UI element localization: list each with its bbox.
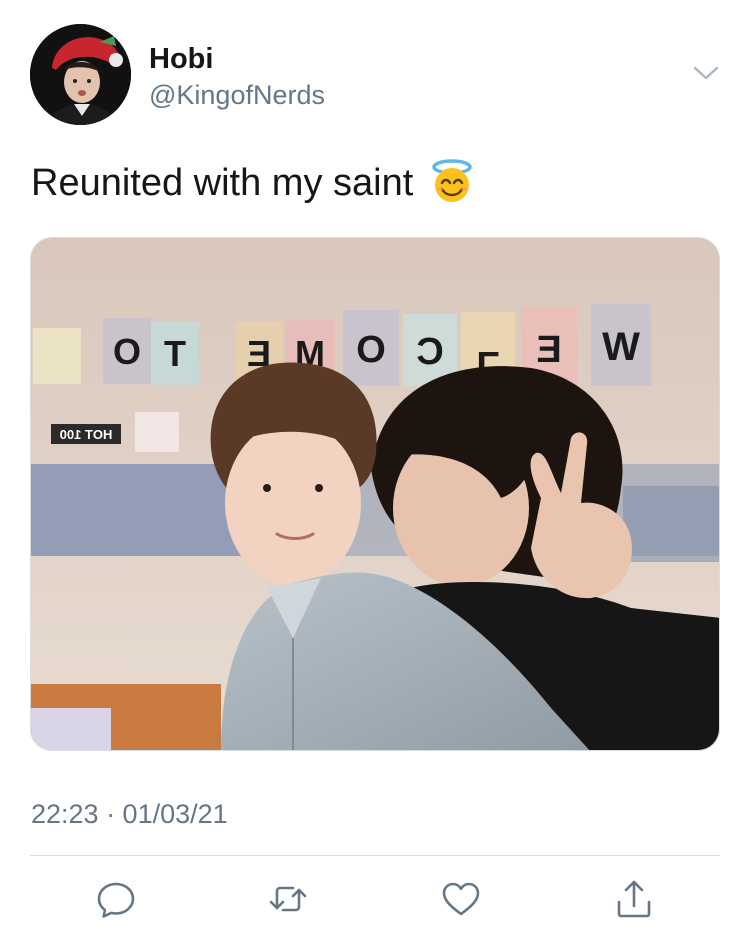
banner-letter: E [536,329,561,371]
banner-letter: O [356,329,386,371]
divider [30,855,720,856]
avatar-image [30,24,131,125]
tweet-timestamp[interactable]: 22:23 · 01/03/21 [31,796,228,832]
tweet-text: Reunited with my saint [31,158,474,208]
banner-letter: T [164,333,186,374]
hot-100-sign: HOT 100 [60,427,113,442]
selfie-photo-image: O T E M O C L E W HOT 100 [31,238,719,750]
share-icon[interactable] [611,876,657,922]
tweet-detail: Hobi @KingofNerds Reunited with my saint [0,0,750,944]
tweet-text-content: Reunited with my saint [31,162,414,204]
reply-icon[interactable] [93,876,139,922]
tweet-actions [30,872,720,928]
banner-letter: C [416,331,443,373]
smiling-face-with-halo-icon [430,159,474,203]
tweet-photo[interactable]: O T E M O C L E W HOT 100 [30,237,720,751]
display-name[interactable]: Hobi [149,42,325,76]
heart-icon[interactable] [438,876,484,922]
banner-letter: O [113,331,141,372]
user-name-block[interactable]: Hobi @KingofNerds [149,42,325,112]
chevron-down-icon[interactable] [692,64,720,82]
user-handle[interactable]: @KingofNerds [149,78,325,112]
tweet-header: Hobi @KingofNerds [30,24,720,128]
banner-letter: W [602,325,640,369]
avatar[interactable] [30,24,131,125]
retweet-icon[interactable] [265,876,311,922]
